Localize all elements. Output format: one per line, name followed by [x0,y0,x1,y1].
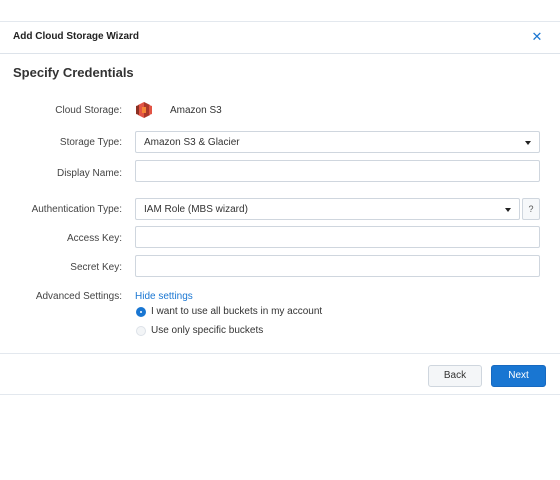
amazon-s3-icon [136,102,152,118]
wizard-title-bar: Add Cloud Storage Wizard ✕ [0,22,560,54]
close-icon[interactable]: ✕ [528,28,546,46]
secret-key-input[interactable] [135,255,540,277]
secret-key-label: Secret Key: [70,262,122,273]
storage-type-value: Amazon S3 & Glacier [144,137,240,148]
radio-specific-buckets-label: Use only specific buckets [151,325,264,336]
caret-down-icon [525,141,531,145]
footer-divider [0,353,560,354]
back-button[interactable]: Back [428,365,482,387]
radio-checked-icon [136,307,146,317]
next-button[interactable]: Next [491,365,546,387]
authentication-type-value: IAM Role (MBS wizard) [144,204,248,215]
storage-type-select[interactable]: Amazon S3 & Glacier [135,131,540,153]
hide-settings-link[interactable]: Hide settings [135,291,193,302]
wizard-page: Add Cloud Storage Wizard ✕ Specify Crede… [0,0,560,480]
radio-all-buckets-label: I want to use all buckets in my account [151,306,323,317]
help-button[interactable]: ? [522,198,540,220]
authentication-type-select[interactable]: IAM Role (MBS wizard) [135,198,520,220]
access-key-label: Access Key: [66,233,122,244]
display-name-input[interactable] [135,160,540,182]
caret-down-icon [505,208,511,212]
radio-unchecked-icon [136,326,146,336]
advanced-settings-label: Advanced Settings: [35,291,122,302]
access-key-input[interactable] [135,226,540,248]
authentication-type-label: Authentication Type: [31,204,122,215]
storage-type-label: Storage Type: [59,137,122,148]
wizard-title: Add Cloud Storage Wizard [13,31,140,42]
cloud-storage-value: Amazon S3 [170,105,222,116]
bottom-divider [0,394,560,395]
display-name-label: Display Name: [56,168,122,179]
cloud-storage-label: Cloud Storage: [55,105,122,116]
section-title: Specify Credentials [13,65,134,80]
